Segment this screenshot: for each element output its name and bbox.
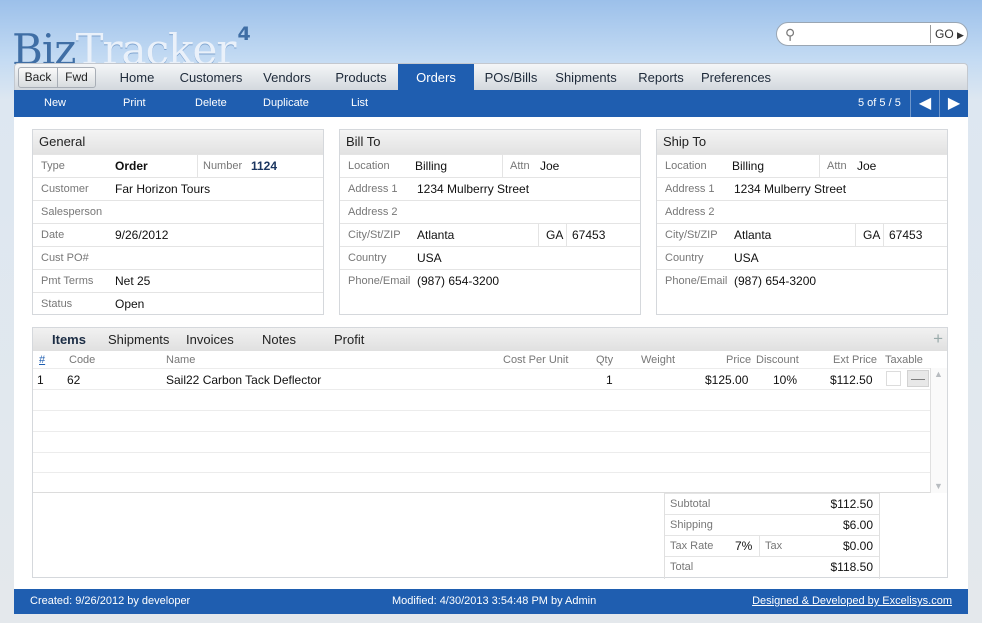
bill-location-value[interactable]: Billing (415, 155, 447, 178)
search-input[interactable] (801, 26, 927, 42)
bill-attn-value[interactable]: Joe (540, 155, 559, 178)
col-weight: Weight (641, 354, 676, 366)
nav-products[interactable]: Products (327, 64, 395, 91)
back-button[interactable]: Back (19, 68, 57, 87)
nav-shipments[interactable]: Shipments (549, 64, 623, 91)
search-box: ⚲ GO ▶ (776, 22, 968, 46)
modified-info: Modified: 4/30/2013 3:54:48 PM by Admin (392, 595, 597, 607)
fwd-button[interactable]: Fwd (57, 68, 95, 87)
col-num[interactable]: # (39, 354, 45, 366)
total-value: $118.50 (830, 560, 874, 574)
col-name: Name (166, 354, 196, 366)
number-value[interactable]: 1124 (251, 155, 277, 178)
remove-item-button[interactable]: — (907, 370, 929, 387)
bill-to-title: Bill To (340, 130, 640, 154)
list-button[interactable]: List (351, 90, 368, 117)
tab-items[interactable]: Items (52, 328, 86, 351)
search-icon: ⚲ (785, 26, 796, 42)
items-section: Items Shipments Invoices Notes Profit + … (32, 327, 948, 579)
ship-attn-value[interactable]: Joe (857, 155, 876, 178)
ship-city-value[interactable]: Atlanta (734, 224, 771, 247)
minus-icon: — (911, 370, 925, 386)
col-ext-price: Ext Price (833, 354, 878, 366)
general-title: General (33, 130, 323, 154)
arrow-right-icon: ▶ (947, 95, 961, 112)
col-price: Price (726, 354, 752, 366)
nav-preferences[interactable]: Preferences (697, 64, 775, 91)
tax-value: $0.00 (842, 539, 873, 553)
ship-country-value[interactable]: USA (734, 247, 759, 270)
next-record-button[interactable]: ▶ (939, 90, 968, 117)
bill-city-value[interactable]: Atlanta (417, 224, 454, 247)
nav-home[interactable]: Home (109, 64, 165, 91)
add-item-button[interactable]: + (933, 329, 943, 349)
scroll-up-icon[interactable]: ▲ (934, 369, 943, 379)
tab-shipments[interactable]: Shipments (108, 328, 169, 351)
delete-button[interactable]: Delete (195, 90, 227, 117)
prev-record-button[interactable]: ◀ (910, 90, 939, 117)
arrow-left-icon: ◀ (918, 95, 932, 112)
pmt-terms-value[interactable]: Net 25 (115, 270, 150, 293)
bill-zip-value[interactable]: 67453 (572, 224, 605, 247)
col-code: Code (69, 354, 96, 366)
plus-icon: + (933, 329, 943, 348)
bill-state-value[interactable]: GA (546, 224, 563, 247)
status-value[interactable]: Open (115, 293, 144, 316)
ship-phone-value[interactable]: (987) 654-3200 (734, 270, 816, 293)
nav-orders[interactable]: Orders (398, 64, 474, 91)
play-icon: ▶ (957, 30, 964, 40)
print-button[interactable]: Print (123, 90, 146, 117)
taxable-checkbox[interactable] (886, 371, 901, 386)
col-taxable: Taxable (885, 354, 923, 366)
ship-address1-value[interactable]: 1234 Mulberry Street (734, 178, 846, 201)
col-discount: Discount (756, 354, 799, 366)
go-button[interactable]: GO ▶ (930, 25, 966, 43)
tab-notes[interactable]: Notes (262, 328, 296, 351)
item-tabs: Items Shipments Invoices Notes Profit + (33, 328, 947, 351)
general-panel: General Type Order Number 1124 Customer Far … (32, 129, 324, 315)
credit-link[interactable]: Designed & Developed by Excelisys.com (752, 589, 952, 614)
nav-vendors[interactable]: Vendors (255, 64, 319, 91)
col-cost: Cost Per Unit (503, 354, 569, 366)
order-form: General Type Order Number 1124 Customer Far … (14, 117, 968, 589)
ship-to-panel: Ship To Location Billing Attn Joe Address 1… (656, 129, 948, 315)
ship-state-value[interactable]: GA (863, 224, 880, 247)
record-count: 5 of 5 / 5 (858, 97, 901, 109)
action-bar: New Print Delete Duplicate List 5 of 5 /… (14, 90, 968, 117)
scroll-down-icon[interactable]: ▼ (934, 481, 943, 491)
ship-location-value[interactable]: Billing (732, 155, 764, 178)
col-qty: Qty (596, 354, 614, 366)
main-nav: Back Fwd Home Customers Vendors Products… (14, 63, 968, 91)
nav-customers[interactable]: Customers (171, 64, 251, 91)
history-buttons: Back Fwd (18, 67, 96, 88)
ship-zip-value[interactable]: 67453 (889, 224, 922, 247)
subtotal-value: $112.50 (830, 497, 874, 511)
totals-panel: Subtotal $112.50 Shipping $6.00 Tax Rate 7%… (664, 493, 880, 579)
tab-profit[interactable]: Profit (334, 328, 364, 351)
shipping-value[interactable]: $6.00 (843, 515, 873, 536)
bill-address1-value[interactable]: 1234 Mulberry Street (417, 178, 529, 201)
new-button[interactable]: New (44, 90, 66, 117)
bill-country-value[interactable]: USA (417, 247, 442, 270)
tab-invoices[interactable]: Invoices (186, 328, 234, 351)
tax-rate-value[interactable]: 7% (735, 536, 752, 557)
nav-reports[interactable]: Reports (631, 64, 691, 91)
items-scrollbar[interactable]: ▲ ▼ (930, 368, 947, 493)
type-value[interactable]: Order (115, 155, 148, 178)
date-value[interactable]: 9/26/2012 (115, 224, 168, 247)
nav-pos-bills[interactable]: POs/Bills (477, 64, 545, 91)
created-info: Created: 9/26/2012 by developer (30, 595, 191, 607)
bill-to-panel: Bill To Location Billing Attn Joe Address 1… (339, 129, 641, 315)
duplicate-button[interactable]: Duplicate (263, 90, 309, 117)
footer: Created: 9/26/2012 by developer Modified… (14, 589, 968, 614)
customer-value[interactable]: Far Horizon Tours (115, 178, 210, 201)
bill-phone-value[interactable]: (987) 654-3200 (417, 270, 499, 293)
ship-to-title: Ship To (657, 130, 947, 154)
